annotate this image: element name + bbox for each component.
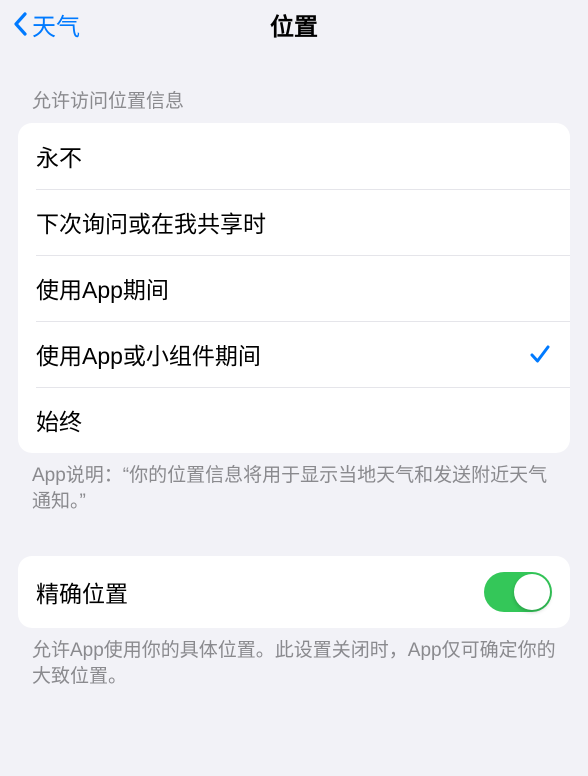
option-always[interactable]: 始终: [18, 387, 570, 453]
page-title: 位置: [270, 7, 318, 42]
section-header-access: 允许访问位置信息: [0, 48, 588, 123]
section-footer-app-description: App说明：“你的位置信息将用于显示当地天气和发送附近天气通知。”: [0, 453, 588, 514]
option-label: 使用App期间: [36, 271, 169, 305]
chevron-left-icon: [12, 10, 30, 38]
precise-location-row: 精确位置: [18, 556, 570, 628]
toggle-knob: [514, 574, 550, 610]
option-while-using-app[interactable]: 使用App期间: [18, 255, 570, 321]
precise-location-label: 精确位置: [36, 575, 128, 609]
option-ask-next-time[interactable]: 下次询问或在我共享时: [18, 189, 570, 255]
precise-location-toggle[interactable]: [484, 572, 552, 612]
navigation-bar: 天气 位置: [0, 0, 588, 48]
back-label: 天气: [32, 7, 80, 42]
option-while-using-app-or-widget[interactable]: 使用App或小组件期间: [18, 321, 570, 387]
option-never[interactable]: 永不: [18, 123, 570, 189]
back-button[interactable]: 天气: [8, 3, 84, 46]
checkmark-icon: [528, 342, 552, 366]
option-label: 永不: [36, 139, 82, 173]
section-footer-precise: 允许App使用你的具体位置。此设置关闭时，App仅可确定你的大致位置。: [0, 628, 588, 689]
location-access-group: 永不 下次询问或在我共享时 使用App期间 使用App或小组件期间 始终: [18, 123, 570, 453]
precise-location-group: 精确位置: [18, 556, 570, 628]
spacer: [0, 514, 588, 556]
option-label: 使用App或小组件期间: [36, 337, 261, 371]
option-label: 始终: [36, 403, 82, 437]
option-label: 下次询问或在我共享时: [36, 205, 266, 239]
